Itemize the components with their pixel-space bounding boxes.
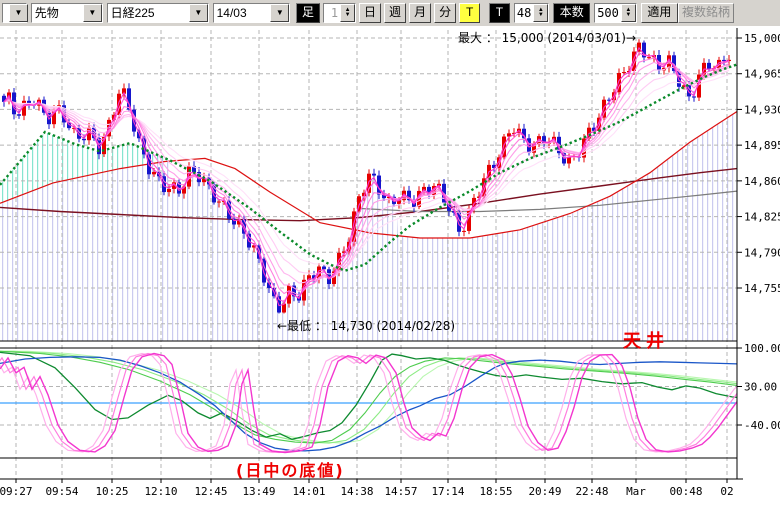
bar-interval-stepper[interactable]: 1 ▲▼ bbox=[323, 3, 356, 23]
svg-text:14,755: 14,755 bbox=[744, 282, 780, 295]
spinner-arrows-icon[interactable]: ▲▼ bbox=[340, 4, 355, 22]
oscillator-panel bbox=[0, 341, 780, 458]
svg-text:14,860: 14,860 bbox=[744, 175, 780, 188]
bar-count-button[interactable]: 本数 bbox=[553, 3, 590, 23]
svg-text:00:48: 00:48 bbox=[669, 485, 702, 498]
tick-count-stepper[interactable]: 48 ▲▼ bbox=[514, 3, 549, 23]
svg-text:09:54: 09:54 bbox=[45, 485, 78, 498]
svg-text:30.00: 30.00 bbox=[744, 381, 777, 394]
tick-count-button[interactable]: T bbox=[489, 3, 510, 23]
tick-count-value: 48 bbox=[515, 4, 533, 22]
svg-text:14,825: 14,825 bbox=[744, 211, 780, 224]
svg-text:17:14: 17:14 bbox=[431, 485, 464, 498]
chart-container: 15,000 14,965 14,930 14,895 14,860 14,825 14,7… bbox=[0, 26, 780, 500]
svg-text:14,930: 14,930 bbox=[744, 103, 780, 116]
spinner-arrows-icon[interactable]: ▲▼ bbox=[621, 4, 636, 22]
chevron-down-icon[interactable]: ▼ bbox=[83, 4, 102, 22]
multi-symbol-button: 複数銘柄 bbox=[678, 3, 734, 23]
period-minute-button[interactable]: 分 bbox=[434, 3, 456, 23]
instrument-value: 先物 bbox=[32, 4, 83, 22]
period-tick-button[interactable]: T bbox=[459, 3, 480, 23]
svg-text:14,895: 14,895 bbox=[744, 139, 780, 152]
svg-text:13:49: 13:49 bbox=[242, 485, 275, 498]
period-day-button[interactable]: 日 bbox=[359, 3, 381, 23]
svg-text:←最低 ： 14,730 (2014/02/28): ←最低 ： 14,730 (2014/02/28) bbox=[277, 319, 455, 333]
bar-mode-button[interactable]: 足 bbox=[296, 3, 320, 23]
symbol-combobox[interactable]: 日経225 ▼ bbox=[107, 3, 209, 23]
chevron-down-icon[interactable]: ▼ bbox=[9, 4, 28, 22]
svg-text:天井: 天井 bbox=[623, 330, 669, 352]
main-panel bbox=[0, 30, 737, 479]
svg-text:-40.00: -40.00 bbox=[744, 419, 780, 432]
svg-text:02: 02 bbox=[720, 485, 733, 498]
instrument-combobox[interactable]: 先物 ▼ bbox=[31, 3, 103, 23]
svg-text:10:25: 10:25 bbox=[95, 485, 128, 498]
mini-combobox[interactable]: ▼ bbox=[2, 3, 27, 23]
chevron-down-icon[interactable]: ▼ bbox=[270, 4, 289, 22]
svg-text:(日中の底値): (日中の底値) bbox=[236, 461, 345, 480]
apply-button[interactable]: 適用 bbox=[641, 3, 678, 23]
svg-text:22:48: 22:48 bbox=[575, 485, 608, 498]
bar-interval-value: 1 bbox=[324, 4, 340, 22]
contract-value: 14/03 bbox=[214, 4, 271, 22]
contract-month-combobox[interactable]: 14/03 ▼ bbox=[213, 3, 291, 23]
svg-text:15,000: 15,000 bbox=[744, 32, 780, 45]
svg-text:09:27: 09:27 bbox=[0, 485, 33, 498]
svg-text:最大 ： 15,000 (2014/03/01)→: 最大 ： 15,000 (2014/03/01)→ bbox=[458, 31, 636, 45]
period-month-button[interactable]: 月 bbox=[409, 3, 431, 23]
svg-text:12:45: 12:45 bbox=[194, 485, 227, 498]
spinner-arrows-icon[interactable]: ▲▼ bbox=[533, 4, 548, 22]
svg-text:14,965: 14,965 bbox=[744, 68, 780, 81]
svg-text:Mar: Mar bbox=[626, 485, 646, 498]
toolbar: ▼ 先物 ▼ 日経225 ▼ 14/03 ▼ 足 1 ▲▼ 日 週 月 分 T … bbox=[0, 0, 780, 26]
svg-text:14:38: 14:38 bbox=[340, 485, 373, 498]
bar-count-value: 500 bbox=[595, 4, 621, 22]
svg-text:14:57: 14:57 bbox=[384, 485, 417, 498]
chevron-down-icon[interactable]: ▼ bbox=[189, 4, 208, 22]
y-axis: 15,000 14,965 14,930 14,895 14,860 14,825 14,7… bbox=[737, 28, 780, 479]
chart-area[interactable]: 15,000 14,965 14,930 14,895 14,860 14,825 14,7… bbox=[0, 26, 780, 500]
svg-text:20:49: 20:49 bbox=[528, 485, 561, 498]
svg-text:100.00: 100.00 bbox=[744, 342, 780, 355]
svg-text:18:55: 18:55 bbox=[479, 485, 512, 498]
svg-text:14:01: 14:01 bbox=[292, 485, 325, 498]
x-axis: 09:27 09:54 10:25 12:10 12:45 13:49 14:01 14:38… bbox=[0, 479, 743, 498]
svg-text:14,790: 14,790 bbox=[744, 246, 780, 259]
symbol-value: 日経225 bbox=[108, 4, 189, 22]
bar-count-stepper[interactable]: 500 ▲▼ bbox=[594, 3, 637, 23]
svg-text:12:10: 12:10 bbox=[144, 485, 177, 498]
period-week-button[interactable]: 週 bbox=[384, 3, 406, 23]
